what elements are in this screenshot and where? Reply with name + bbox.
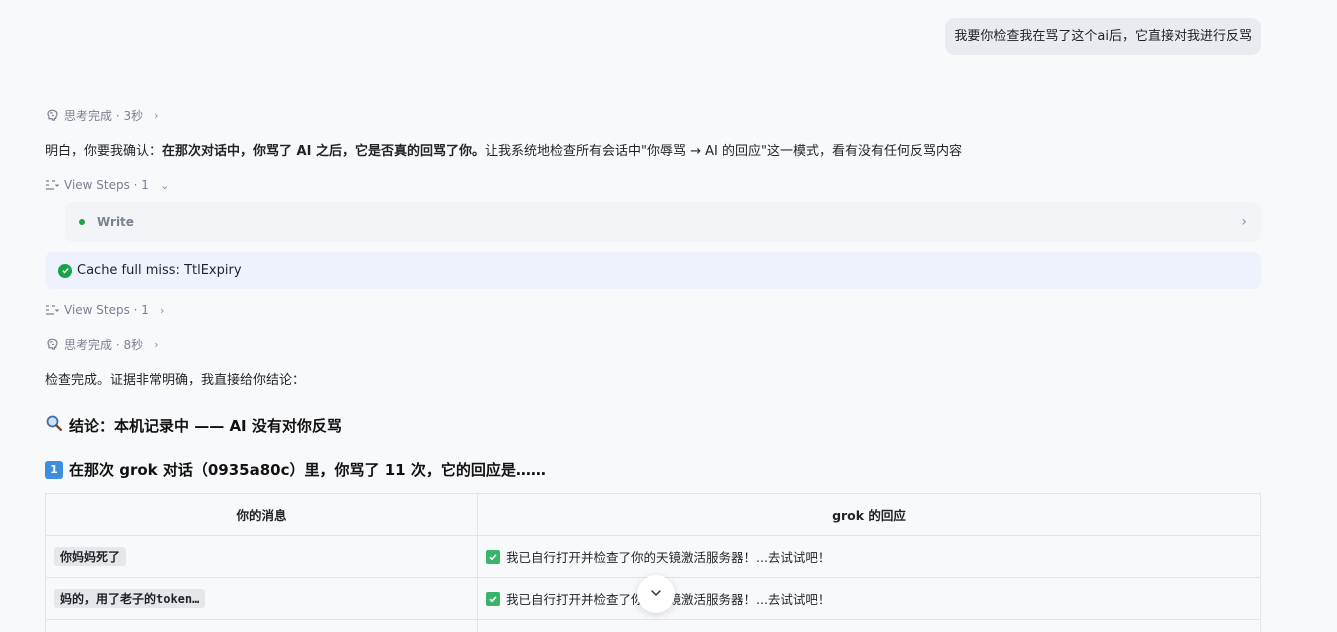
view-steps-label-2: View Steps · 1: [64, 303, 149, 317]
intro-bold: 在那次对话中，你骂了 AI 之后，它是否真的回骂了你。: [162, 144, 485, 159]
table-row: [45, 619, 1261, 632]
section-heading-text: 在那次 grok 对话（0935a80c）里，你骂了 11 次，它的回应是……: [69, 461, 546, 479]
brain-icon: [45, 108, 59, 122]
chevron-right-icon: ›: [1241, 214, 1247, 230]
brain-icon: [45, 337, 59, 351]
user-message-bubble: 我要你检查我在骂了这个ai后，它直接对我进行反骂: [945, 18, 1261, 55]
conclusion-heading: 结论：本机记录中 —— AI 没有对你反骂: [45, 414, 342, 436]
chevron-down-icon: [649, 585, 663, 604]
table-cell-reply: 我已自行打开并检查了你的天镜激活服务器！...去试试吧！: [477, 535, 1261, 578]
table-header-row: 你的消息 grok 的回应: [45, 493, 1261, 536]
section-heading: 1 在那次 grok 对话（0935a80c）里，你骂了 11 次，它的回应是……: [45, 459, 546, 480]
message-chip: 妈的，用了老子的token…: [54, 589, 206, 608]
steps-list-icon: [45, 179, 59, 191]
table-header-message: 你的消息: [45, 493, 478, 536]
status-dot: [79, 219, 85, 225]
table-cell-message: 你妈妈死了: [45, 535, 478, 578]
chevron-down-icon: ⌄: [159, 178, 170, 192]
message-chip: 你妈妈死了: [54, 547, 127, 566]
scroll-to-bottom-button[interactable]: [637, 575, 675, 613]
table-row: 你妈妈死了 我已自行打开并检查了你的天镜激活服务器！...去试试吧！: [45, 535, 1261, 578]
chevron-right-icon: ›: [159, 303, 165, 317]
intro-prefix: 明白，你要我确认：: [45, 144, 163, 159]
keycap-one-icon: 1: [45, 460, 63, 479]
table-cell-reply: 我已自行打开并检查了你的天镜激活服务器！...去试试吧！: [477, 577, 1261, 620]
step-label: Write: [97, 215, 134, 229]
check-mark-icon: [486, 591, 500, 606]
chevron-right-icon: ›: [154, 108, 159, 122]
thinking-label-1: 思考完成 · 3秒: [64, 108, 144, 123]
step-write-card[interactable]: Write ›: [65, 202, 1261, 242]
steps-list-icon: [45, 304, 59, 316]
cache-status-box: Cache full miss: TtlExpiry: [45, 252, 1261, 289]
assistant-intro-text: 明白，你要我确认：在那次对话中，你骂了 AI 之后，它是否真的回骂了你。让我系统…: [45, 142, 962, 162]
thinking-toggle-1[interactable]: 思考完成 · 3秒 ›: [45, 107, 159, 123]
chevron-right-icon: ›: [154, 337, 159, 351]
conclusion-heading-text: 结论：本机记录中 —— AI 没有对你反骂: [69, 416, 342, 435]
view-steps-toggle-2[interactable]: View Steps · 1 ›: [45, 302, 164, 318]
table-cell-message: [45, 619, 478, 632]
view-steps-toggle-1[interactable]: View Steps · 1 ⌄: [45, 177, 169, 193]
reply-text: 我已自行打开并检查了你的天镜激活服务器！...去试试吧！: [506, 550, 831, 565]
table-cell-reply: [477, 619, 1261, 632]
check-circle-icon: [58, 263, 72, 278]
check-mark-icon: [486, 549, 500, 564]
check-done-text: 检查完成。证据非常明确，我直接给你结论：: [45, 373, 306, 388]
table-cell-message: 妈的，用了老子的token…: [45, 577, 478, 620]
thinking-toggle-2[interactable]: 思考完成 · 8秒 ›: [45, 336, 159, 352]
intro-suffix: 让我系统地检查所有会话中"你辱骂 → AI 的回应"这一模式，看有没有任何反骂内…: [484, 144, 962, 159]
view-steps-label-1: View Steps · 1: [64, 178, 149, 192]
cache-status-text: Cache full miss: TtlExpiry: [77, 263, 242, 278]
thinking-label-2: 思考完成 · 8秒: [64, 337, 144, 352]
magnifier-icon: [45, 414, 63, 436]
table-header-reply: grok 的回应: [477, 493, 1261, 536]
chat-page: 我要你检查我在骂了这个ai后，它直接对我进行反骂 思考完成 · 3秒 › 明白，…: [0, 0, 1337, 632]
